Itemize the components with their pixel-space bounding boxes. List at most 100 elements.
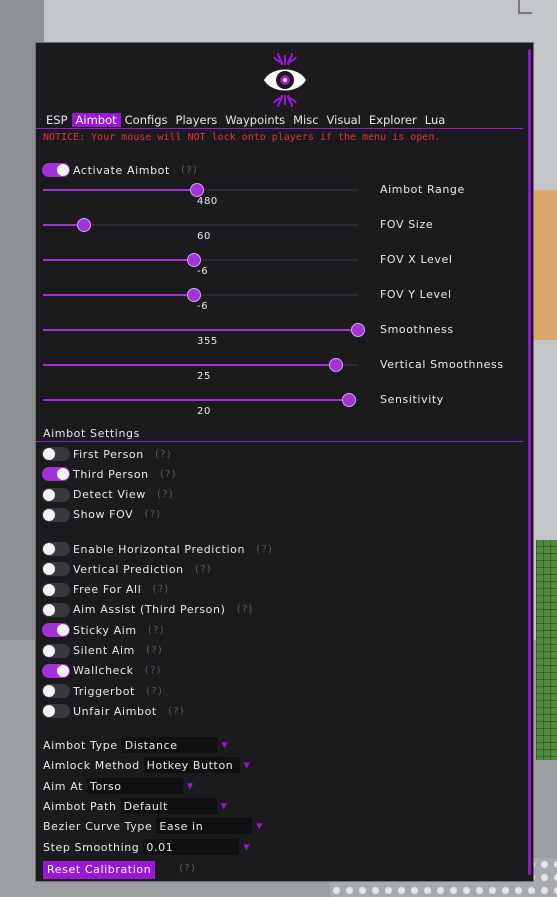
slider-label: Aimbot Range: [380, 183, 465, 196]
slider-smoothness[interactable]: [43, 323, 365, 337]
switch-knob: [43, 448, 55, 460]
detect-view-label: Detect View: [73, 488, 146, 502]
dropdown-value: Ease in: [159, 819, 204, 833]
slider-aimbot-range[interactable]: [43, 183, 358, 197]
triangle-down-icon[interactable]: ▼: [216, 798, 231, 814]
vertical-prediction-switch[interactable]: [42, 562, 70, 577]
slider-thumb[interactable]: [77, 218, 91, 232]
help-icon[interactable]: (?): [167, 706, 185, 717]
step-smoothing-dropdown[interactable]: 0.01 ▼: [143, 839, 254, 855]
slider-thumb[interactable]: [187, 253, 201, 267]
aim-assist-third-person-label: Aim Assist (Third Person): [73, 603, 226, 617]
enable-horizontal-prediction-toggle[interactable]: Enable Horizontal Prediction (?): [42, 541, 273, 557]
activate-aimbot-switch[interactable]: [42, 163, 70, 177]
aim-assist-third-person-toggle[interactable]: Aim Assist (Third Person) (?): [42, 602, 254, 618]
aimlock-method-dropdown[interactable]: Hotkey Button ▼: [143, 757, 254, 773]
slider-fov-x-level[interactable]: [43, 253, 358, 267]
activate-aimbot-toggle[interactable]: Activate Aimbot (?): [42, 162, 198, 178]
help-icon[interactable]: (?): [143, 509, 161, 520]
help-icon[interactable]: (?): [145, 645, 163, 656]
tab-configs[interactable]: Configs: [121, 113, 172, 127]
triangle-down-icon[interactable]: ▼: [217, 737, 232, 753]
tab-misc[interactable]: Misc: [289, 113, 322, 127]
aim-at-dropdown[interactable]: Torso ▼: [87, 778, 198, 794]
sticky-aim-toggle[interactable]: Sticky Aim (?): [42, 622, 165, 638]
switch-knob: [43, 563, 55, 576]
slider-value: 355: [197, 336, 218, 347]
wallcheck-toggle[interactable]: Wallcheck (?): [42, 663, 162, 679]
slider-sensitivity[interactable]: [43, 393, 358, 407]
bezier-curve-type-dropdown[interactable]: Ease in ▼: [156, 818, 267, 834]
help-icon[interactable]: (?): [147, 625, 165, 636]
slider-fill: [43, 399, 349, 401]
unfair-aimbot-label: Unfair Aimbot: [73, 704, 157, 718]
silent-aim-toggle[interactable]: Silent Aim (?): [42, 643, 163, 659]
scrollbar[interactable]: [528, 49, 531, 875]
help-icon[interactable]: (?): [144, 665, 162, 676]
slider-thumb[interactable]: [190, 183, 204, 197]
help-icon[interactable]: (?): [145, 686, 163, 697]
first-person-switch[interactable]: [42, 447, 70, 461]
tab-explorer[interactable]: Explorer: [365, 113, 421, 127]
triangle-down-icon[interactable]: ▼: [239, 757, 254, 773]
unfair-aimbot-toggle[interactable]: Unfair Aimbot (?): [42, 703, 185, 719]
tab-aimbot[interactable]: Aimbot: [71, 113, 121, 127]
aim-assist-third-person-switch[interactable]: [42, 602, 70, 617]
slider-thumb[interactable]: [187, 288, 201, 302]
help-icon[interactable]: (?): [151, 584, 169, 595]
aimbot-type-dropdown[interactable]: Distance ▼: [121, 737, 232, 753]
aimbot-path-dropdown[interactable]: Default ▼: [120, 798, 231, 814]
third-person-switch[interactable]: [42, 467, 70, 482]
tab-esp[interactable]: ESP: [42, 113, 72, 127]
aimlock-method-row: Aimlock Method Hotkey Button ▼: [43, 757, 254, 773]
vertical-prediction-toggle[interactable]: Vertical Prediction (?): [42, 561, 212, 577]
help-icon[interactable]: (?): [194, 564, 212, 575]
switch-knob: [43, 603, 55, 616]
detect-view-toggle[interactable]: Detect View (?): [42, 487, 174, 503]
help-icon[interactable]: (?): [178, 863, 196, 874]
tab-waypoints[interactable]: Waypoints: [221, 113, 289, 127]
triangle-down-icon[interactable]: ▼: [183, 778, 198, 794]
wallcheck-label: Wallcheck: [73, 664, 134, 678]
help-icon[interactable]: (?): [180, 165, 198, 176]
slider-vertical-smoothness[interactable]: [43, 358, 358, 372]
show-fov-switch[interactable]: [42, 507, 70, 522]
triggerbot-switch[interactable]: [42, 684, 70, 699]
free-for-all-switch[interactable]: [42, 582, 70, 597]
unfair-aimbot-switch[interactable]: [42, 704, 70, 719]
slider-label: FOV X Level: [380, 253, 453, 266]
help-icon[interactable]: (?): [154, 449, 172, 460]
wallcheck-switch[interactable]: [42, 663, 70, 678]
dropdown-value: Hotkey Button: [146, 758, 234, 772]
help-icon[interactable]: (?): [156, 489, 174, 500]
free-for-all-toggle[interactable]: Free For All (?): [42, 582, 169, 598]
slider-fov-y-level[interactable]: [43, 288, 358, 302]
enable-horizontal-prediction-switch[interactable]: [42, 542, 70, 556]
help-icon[interactable]: (?): [255, 544, 273, 555]
reset-calibration-button[interactable]: Reset Calibration: [43, 861, 156, 879]
detect-view-switch[interactable]: [42, 487, 70, 502]
sticky-aim-switch[interactable]: [42, 623, 70, 638]
slider-fov-size[interactable]: [43, 218, 358, 232]
triggerbot-toggle[interactable]: Triggerbot (?): [42, 683, 163, 699]
switch-knob: [43, 508, 55, 521]
triangle-down-icon[interactable]: ▼: [252, 818, 267, 834]
help-icon[interactable]: (?): [159, 469, 177, 480]
switch-knob: [57, 164, 69, 176]
tab-lua[interactable]: Lua: [421, 113, 450, 127]
slider-thumb[interactable]: [329, 358, 343, 372]
switch-knob: [57, 624, 69, 637]
slider-value: 25: [197, 371, 211, 382]
help-icon[interactable]: (?): [235, 604, 253, 615]
third-person-toggle[interactable]: Third Person (?): [42, 466, 177, 482]
aim-at-label: Aim At: [43, 779, 84, 793]
slider-label: Vertical Smoothness: [380, 358, 504, 371]
first-person-toggle[interactable]: First Person (?): [42, 446, 172, 462]
tab-visual[interactable]: Visual: [323, 113, 365, 127]
slider-thumb[interactable]: [351, 323, 365, 337]
silent-aim-switch[interactable]: [42, 643, 70, 658]
slider-thumb[interactable]: [342, 393, 356, 407]
triangle-down-icon[interactable]: ▼: [239, 839, 254, 855]
tab-players[interactable]: Players: [172, 113, 222, 127]
show-fov-toggle[interactable]: Show FOV (?): [42, 507, 161, 523]
